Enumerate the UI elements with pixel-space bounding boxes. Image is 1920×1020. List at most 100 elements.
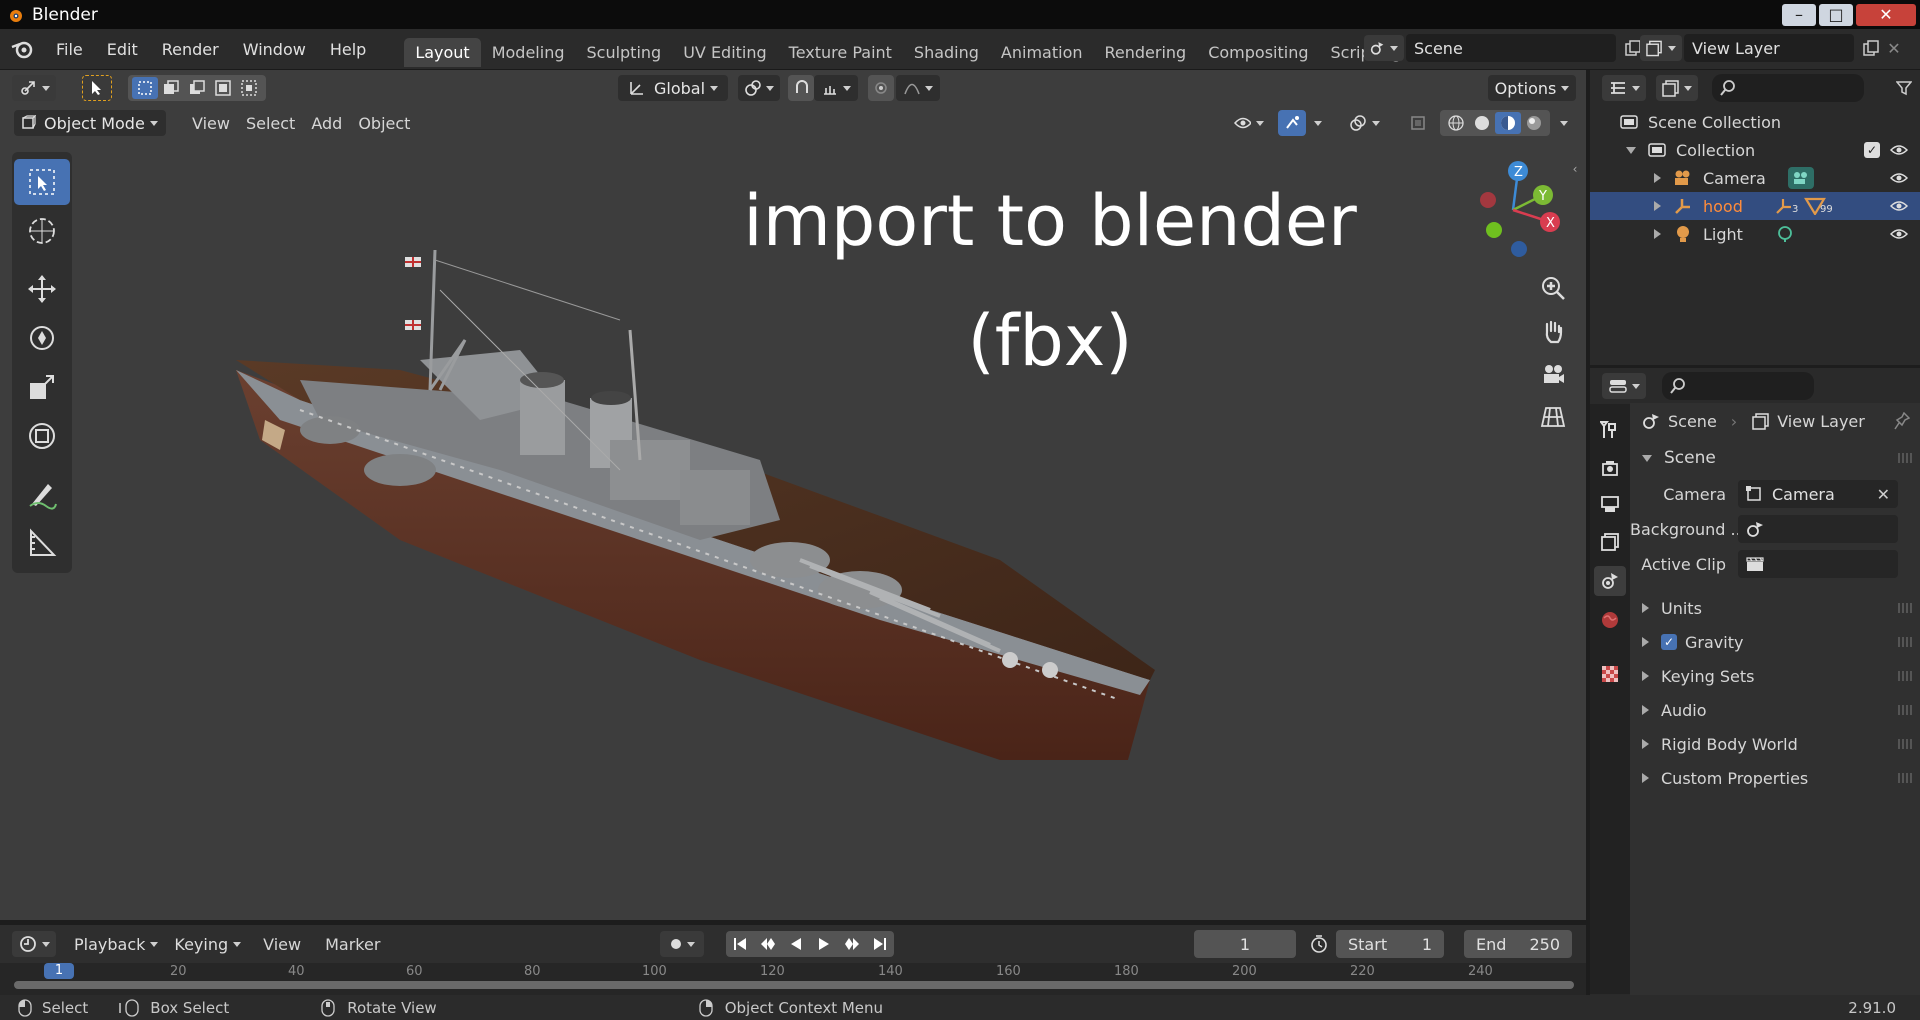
menu-render[interactable]: Render (150, 40, 231, 59)
transform-tool[interactable] (14, 413, 70, 459)
snap-target-dropdown[interactable] (814, 75, 858, 101)
pin-icon[interactable] (1894, 412, 1910, 430)
camera-eye-icon[interactable] (1890, 172, 1908, 184)
scene-selector[interactable]: Scene ✕ (1364, 34, 1670, 62)
light-data-icon[interactable] (1776, 225, 1794, 243)
collection-checkbox[interactable]: ✓ (1864, 142, 1880, 158)
shading-dropdown[interactable] (1552, 121, 1570, 126)
outliner-item-hood[interactable]: hood 3 99 (1590, 192, 1920, 220)
viewport-menu-view[interactable]: View (184, 114, 238, 133)
auto-keying-toggle[interactable] (660, 931, 704, 957)
menu-file[interactable]: File (44, 40, 95, 59)
drag-handle-icon[interactable] (1898, 453, 1912, 463)
rigid-body-world-panel-header[interactable]: Rigid Body World (1630, 729, 1920, 759)
outliner-collection[interactable]: Collection ✓ (1590, 136, 1920, 164)
prev-keyframe-icon[interactable] (754, 937, 782, 951)
background-property-field[interactable] (1738, 515, 1898, 543)
expand-arrow-icon[interactable] (1654, 173, 1661, 183)
measure-tool[interactable] (14, 520, 70, 566)
timeline-menu-playback[interactable]: Playback (68, 931, 164, 957)
pan-view-button[interactable] (1532, 310, 1574, 352)
tab-rendering[interactable]: Rendering (1094, 38, 1198, 67)
snap-toggle[interactable] (788, 75, 814, 101)
tab-layout[interactable]: Layout (404, 38, 481, 67)
properties-search-input[interactable] (1662, 372, 1814, 400)
properties-editor-type[interactable] (1602, 373, 1646, 399)
select-box-tool[interactable] (14, 159, 70, 205)
timeline-menu-view[interactable]: View (257, 935, 307, 954)
next-keyframe-icon[interactable] (838, 937, 866, 951)
start-frame-field[interactable]: Start 1 (1336, 930, 1444, 958)
expand-arrow-icon[interactable] (1654, 201, 1661, 211)
frame-ruler[interactable]: 20 40 60 80 100 120 140 160 180 200 220 240 1 (0, 963, 1586, 995)
menu-window[interactable]: Window (231, 40, 318, 59)
select-invert-icon[interactable] (210, 80, 236, 96)
keying-sets-panel-header[interactable]: Keying Sets (1630, 661, 1920, 691)
tool-tab-icon[interactable] (1596, 416, 1624, 444)
menu-help[interactable]: Help (318, 40, 378, 59)
tab-sculpting[interactable]: Sculpting (575, 38, 672, 67)
expand-arrow-icon[interactable] (1626, 146, 1636, 154)
tab-uv-editing[interactable]: UV Editing (672, 38, 777, 67)
play-icon[interactable] (810, 937, 838, 951)
pivot-point-dropdown[interactable] (738, 75, 780, 101)
annotate-tool[interactable] (14, 471, 70, 517)
active-clip-field[interactable] (1738, 550, 1898, 578)
display-mode-dropdown[interactable] (1656, 75, 1698, 101)
drag-handle-icon[interactable] (1898, 739, 1912, 749)
viewport-menu-select[interactable]: Select (238, 114, 303, 133)
outliner-scene-collection[interactable]: Scene Collection (1590, 108, 1920, 136)
drag-handle-icon[interactable] (1898, 671, 1912, 681)
scene-name-field[interactable]: Scene (1406, 34, 1616, 62)
timeline-scrollbar[interactable] (14, 981, 1574, 989)
output-tab-icon[interactable] (1596, 490, 1624, 518)
zoom-view-button[interactable] (1532, 267, 1574, 309)
scene-tab-icon[interactable] (1594, 566, 1626, 596)
timeline-menu-keying[interactable]: Keying (168, 931, 247, 957)
tweak-tool-button[interactable] (82, 75, 112, 101)
viewlayer-name-field[interactable]: View Layer (1684, 34, 1854, 62)
play-reverse-icon[interactable] (782, 937, 810, 951)
navigation-gizmo[interactable]: Z Y X (1458, 155, 1568, 265)
tab-compositing[interactable]: Compositing (1197, 38, 1319, 67)
xray-toggle[interactable] (1404, 115, 1432, 131)
camera-property-field[interactable]: Camera ✕ (1738, 480, 1898, 508)
scene-panel-header[interactable]: Scene (1630, 443, 1920, 473)
move-tool[interactable] (14, 266, 70, 312)
preview-range-icon[interactable] (1306, 934, 1332, 954)
scale-tool[interactable] (14, 364, 70, 410)
render-tab-icon[interactable] (1596, 454, 1624, 482)
new-viewlayer-icon[interactable] (1858, 39, 1884, 57)
expand-arrow-icon[interactable] (1654, 229, 1661, 239)
viewport-menu-object[interactable]: Object (350, 114, 418, 133)
sidebar-toggle-icon[interactable]: ‹ (1568, 162, 1582, 176)
audio-panel-header[interactable]: Audio (1630, 695, 1920, 725)
scene-icon[interactable] (1364, 35, 1404, 61)
options-dropdown[interactable]: Options (1488, 75, 1576, 101)
falloff-dropdown[interactable] (896, 75, 940, 101)
end-frame-field[interactable]: End 250 (1464, 930, 1572, 958)
remove-viewlayer-icon[interactable]: ✕ (1884, 39, 1904, 58)
viewport-menu-add[interactable]: Add (303, 114, 350, 133)
select-intersect-icon[interactable] (236, 80, 262, 96)
viewlayer-icon[interactable] (1640, 35, 1682, 61)
proportional-edit-toggle[interactable] (868, 75, 894, 101)
gravity-checkbox[interactable]: ✓ (1661, 634, 1677, 650)
3d-viewport[interactable]: import to blender (fbx) Z Y X ‹ (0, 140, 1586, 920)
outliner-item-light[interactable]: Light (1590, 220, 1920, 248)
close-window-button[interactable]: ✕ (1856, 3, 1916, 26)
current-frame-field[interactable]: 1 (1194, 930, 1296, 958)
drag-handle-icon[interactable] (1898, 773, 1912, 783)
tab-texture-paint[interactable]: Texture Paint (778, 38, 903, 67)
wireframe-shading-icon[interactable] (1443, 114, 1469, 132)
tab-animation[interactable]: Animation (990, 38, 1094, 67)
transform-orientation-dropdown[interactable]: Global (618, 75, 728, 101)
gizmo-toggle[interactable] (1278, 110, 1306, 136)
playhead[interactable]: 1 (44, 963, 74, 979)
viewlayer-selector[interactable]: View Layer ✕ (1640, 34, 1904, 62)
hood-eye-icon[interactable] (1890, 200, 1908, 212)
select-subtract-icon[interactable] (184, 80, 210, 96)
overlays-toggle[interactable] (1340, 110, 1388, 136)
mode-dropdown[interactable]: Object Mode (14, 110, 166, 136)
select-extend-icon[interactable] (158, 80, 184, 96)
